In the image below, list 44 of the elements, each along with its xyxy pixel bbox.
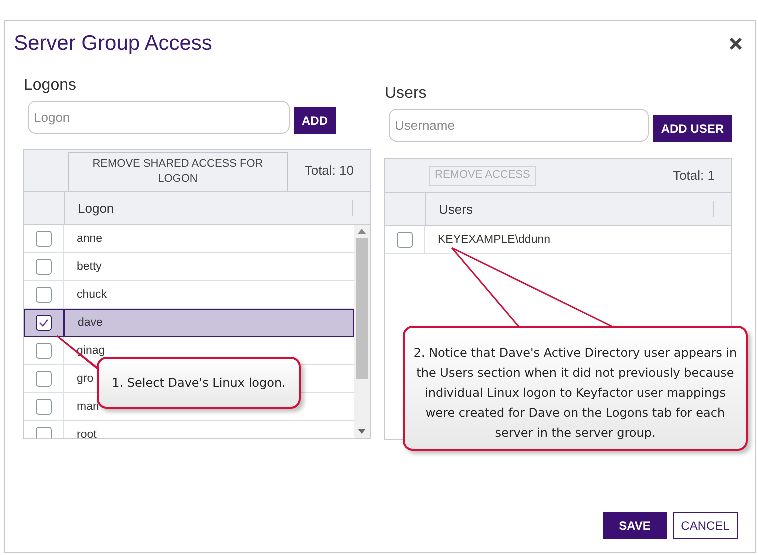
table-row[interactable]: betty [24, 253, 354, 281]
checkbox[interactable] [36, 342, 52, 358]
table-cell-text: dave [77, 317, 103, 329]
remove-button[interactable]: REMOVE SHARED ACCESS FOR LOGON [68, 152, 288, 191]
table-cell-text: betty [76, 260, 102, 272]
save-button[interactable]: SAVE [603, 512, 667, 539]
table-cell-text: gro [76, 372, 94, 384]
checkbox[interactable] [36, 426, 52, 438]
section-label: Logons [24, 76, 78, 96]
text-field[interactable]: Username [389, 109, 650, 142]
table-row[interactable]: KEYEXAMPLE\ddunn [385, 226, 731, 254]
column-header: Logon [77, 200, 116, 216]
table-row[interactable]: anne [24, 225, 354, 253]
cancel-button[interactable]: CANCEL [673, 512, 738, 539]
callout-tooltip: 1. Select Dave's Linux logon. [97, 357, 301, 409]
scroll-down-icon[interactable] [358, 429, 366, 434]
total-count: Total: 10 [304, 163, 354, 178]
dialog-title: Server Group Access [14, 32, 212, 56]
checkbox[interactable] [396, 232, 412, 248]
scroll-up-icon[interactable] [358, 229, 366, 234]
table-cell-text: KEYEXAMPLE\ddunn [437, 234, 551, 246]
section-label: Users [385, 84, 428, 104]
column-header: Users [438, 202, 474, 216]
checkbox[interactable] [36, 315, 52, 331]
add-button[interactable]: ADD USER [653, 115, 732, 142]
table-cell-text: ginag [76, 344, 106, 356]
total-count: Total: 1 [673, 168, 715, 183]
checkbox[interactable] [36, 230, 52, 246]
checkbox[interactable] [36, 258, 52, 274]
scrollbar[interactable] [354, 225, 370, 438]
checkbox[interactable] [36, 398, 52, 414]
table-cell-text: chuck [76, 288, 108, 300]
add-button[interactable]: ADD [294, 107, 336, 134]
table-row[interactable]: root [24, 421, 354, 438]
table-cell-text: root [76, 428, 97, 438]
table-cell-text: anne [76, 232, 103, 244]
text-field[interactable]: Logon [28, 101, 290, 134]
checkbox[interactable] [36, 370, 52, 386]
checkbox[interactable] [36, 286, 52, 302]
table-row[interactable]: dave [24, 309, 354, 337]
check-icon [39, 319, 49, 327]
close-icon[interactable] [729, 37, 743, 51]
callout-tooltip: 2. Notice that Dave's Active Directory user appears in the Users section when it did not previously because individual Linux logon to Keyfactor user mappings were created for Dave on the Logons tab for each server in the server group. [403, 326, 748, 451]
table-cell-text: mari [76, 400, 100, 412]
